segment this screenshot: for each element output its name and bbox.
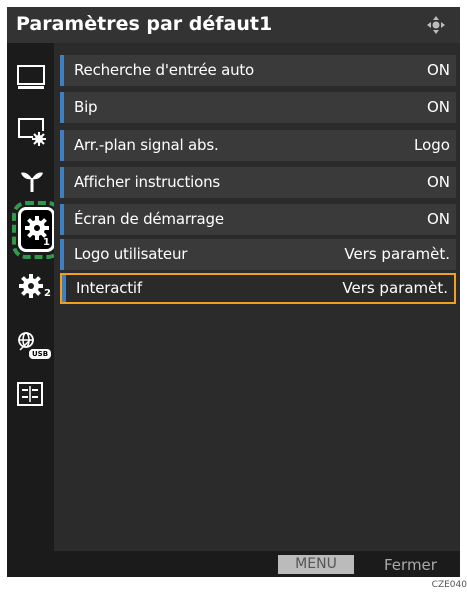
menu-item-label: Bip [74, 98, 98, 116]
settings-2-badge: 2 [44, 288, 51, 299]
title-bar: Paramètres par défaut1 [7, 7, 460, 43]
menu-item-value: ON [426, 61, 450, 79]
page-title: Paramètres par défaut1 [16, 13, 273, 35]
settings-list: Recherche d'entrée auto ON Bip ON Arr.-p… [54, 43, 460, 551]
menu-item-value: ON [426, 173, 450, 191]
settings-1-badge: 1 [43, 237, 50, 248]
row-accent [60, 130, 64, 161]
menu-item-no-signal-background[interactable]: Arr.-plan signal abs. Logo [60, 130, 456, 161]
menu-item-label: Interactif [76, 279, 142, 297]
menu-item-value: Vers paramèt. [342, 279, 448, 297]
menu-item-show-instructions[interactable]: Afficher instructions ON [60, 167, 456, 198]
default-settings-1-tab[interactable]: 1 [18, 207, 55, 252]
navigation-arrows-icon [427, 16, 445, 34]
menu-item-beep[interactable]: Bip ON [60, 92, 456, 123]
row-accent [60, 239, 64, 270]
menu-item-value: Logo [414, 136, 450, 154]
projector-menu-screen: Paramètres par défaut1 1 2 USB Recherche… [7, 7, 460, 577]
menu-item-auto-input-search[interactable]: Recherche d'entrée auto ON [60, 55, 456, 86]
menu-item-value: Vers paramèt. [344, 245, 450, 263]
sidebar: 1 2 USB [7, 43, 62, 577]
gear-icon [19, 274, 43, 298]
close-label: Fermer [384, 556, 437, 574]
display-icon[interactable] [17, 65, 45, 91]
row-accent [60, 92, 64, 123]
eco-leaf-icon[interactable] [20, 169, 44, 193]
menu-item-user-logo[interactable]: Logo utilisateur Vers paramèt. [60, 239, 456, 270]
network-usb-tab[interactable]: USB [17, 331, 53, 363]
row-accent [62, 275, 66, 302]
menu-item-label: Écran de démarrage [74, 210, 224, 228]
menu-item-value: ON [426, 98, 450, 116]
row-accent [60, 55, 64, 86]
display-settings-icon[interactable] [17, 117, 47, 147]
menu-item-label: Logo utilisateur [74, 245, 188, 263]
management-icon[interactable] [17, 382, 43, 406]
usb-badge: USB [29, 349, 52, 359]
menu-item-value: ON [426, 210, 450, 228]
menu-item-label: Recherche d'entrée auto [74, 61, 255, 79]
default-settings-2-tab[interactable]: 2 [18, 273, 54, 305]
row-accent [60, 167, 64, 198]
row-accent [60, 204, 64, 235]
menu-item-label: Arr.-plan signal abs. [74, 136, 219, 154]
figure-code: CZE040 [431, 580, 467, 590]
footer-bar: MENU Fermer [54, 551, 460, 577]
menu-item-interactive[interactable]: Interactif Vers paramèt. [60, 273, 456, 304]
menu-button[interactable]: MENU [278, 555, 354, 574]
menu-item-label: Afficher instructions [74, 173, 221, 191]
menu-item-startup-screen[interactable]: Écran de démarrage ON [60, 204, 456, 235]
